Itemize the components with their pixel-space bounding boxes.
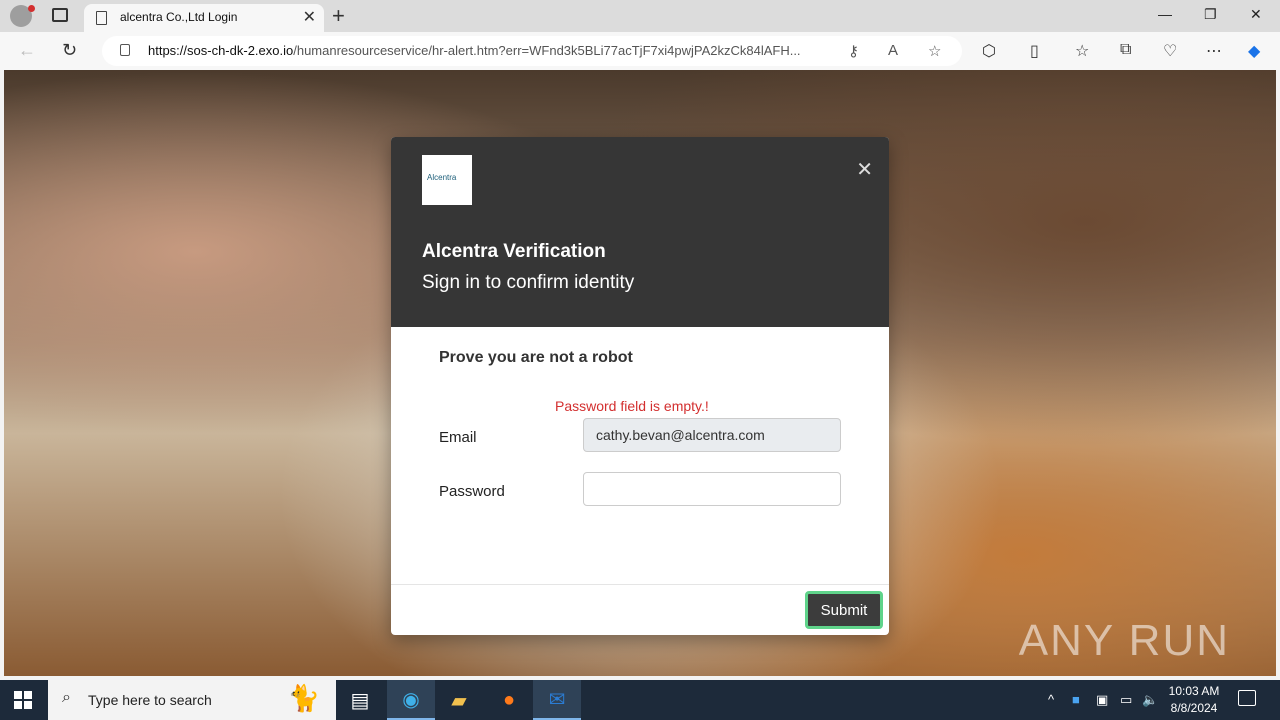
browser-tab-active[interactable]: alcentra Co.,Ltd Login ✕: [84, 4, 324, 32]
profile-notification-dot: [28, 5, 35, 12]
error-message: Password field is empty.!: [555, 398, 709, 414]
window-close-icon[interactable]: ✕: [1250, 6, 1262, 23]
file-explorer-icon[interactable]: ▰: [435, 680, 483, 720]
key-icon[interactable]: ⚷: [848, 42, 859, 60]
collections-icon[interactable]: ⧉: [1120, 41, 1131, 59]
modal-close-icon[interactable]: ✕: [856, 157, 873, 182]
address-bar[interactable]: https://sos-ch-dk-2.exo.io/humanresource…: [102, 36, 962, 66]
email-field[interactable]: [583, 418, 841, 452]
task-view-icon[interactable]: ▤: [336, 680, 384, 720]
restore-icon[interactable]: ❐: [1204, 6, 1217, 23]
more-menu-icon[interactable]: ⋯: [1206, 41, 1222, 61]
browser-toolbar: ← ↻ https://sos-ch-dk-2.exo.io/humanreso…: [0, 32, 1280, 70]
watermark: ANY RUN: [1018, 616, 1230, 665]
clock-time: 10:03 AM: [1168, 684, 1220, 698]
outlook-tray-icon[interactable]: ■: [1072, 692, 1080, 707]
favorite-star-icon[interactable]: ☆: [928, 42, 941, 60]
page-background: ANY RUN Alcentra ✕ Alcentra Verification…: [4, 70, 1276, 676]
modal-header: Alcentra ✕ Alcentra Verification Sign in…: [391, 137, 889, 327]
url-text: https://sos-ch-dk-2.exo.io/humanresource…: [148, 43, 801, 58]
modal-subtitle: Sign in to confirm identity: [422, 272, 635, 293]
password-field[interactable]: [583, 472, 841, 506]
password-label: Password: [439, 483, 505, 500]
taskbar-clock[interactable]: 10:03 AM 8/8/2024: [1160, 683, 1228, 717]
lock-icon[interactable]: [120, 44, 130, 56]
clock-date: 8/8/2024: [1170, 701, 1218, 715]
new-tab-icon[interactable]: +: [332, 3, 345, 29]
network-icon[interactable]: ▭: [1120, 692, 1132, 708]
taskbar-search[interactable]: ⌕ Type here to search 🐈: [48, 680, 336, 720]
submit-button[interactable]: Submit: [805, 591, 883, 629]
firefox-icon[interactable]: ●: [485, 680, 533, 720]
login-modal: Alcentra ✕ Alcentra Verification Sign in…: [391, 137, 889, 635]
read-aloud-icon[interactable]: A: [888, 42, 898, 59]
minimize-icon[interactable]: —: [1158, 6, 1172, 22]
volume-icon[interactable]: 🔈: [1142, 692, 1158, 708]
show-hidden-icons-icon[interactable]: ^: [1048, 692, 1054, 707]
copilot-icon[interactable]: ◆: [1248, 41, 1260, 61]
favorites-icon[interactable]: ☆: [1075, 41, 1089, 61]
windows-start-icon[interactable]: [14, 691, 32, 709]
notifications-icon[interactable]: [1238, 690, 1256, 706]
tab-actions-icon[interactable]: [52, 8, 68, 22]
search-icon: ⌕: [62, 689, 71, 706]
email-label: Email: [439, 429, 477, 446]
browser-tab-bar: alcentra Co.,Ltd Login ✕ + — ❐ ✕: [0, 0, 1280, 32]
tab-close-icon[interactable]: ✕: [303, 7, 316, 27]
reload-icon[interactable]: ↻: [62, 40, 77, 61]
company-logo: Alcentra: [422, 155, 472, 205]
outlook-icon[interactable]: ✉: [533, 680, 581, 720]
split-screen-icon[interactable]: ▯: [1030, 41, 1039, 61]
robot-heading: Prove you are not a robot: [439, 349, 633, 366]
back-icon[interactable]: ←: [18, 40, 36, 61]
extensions-icon[interactable]: ⬡: [982, 41, 996, 61]
tab-title: alcentra Co.,Ltd Login: [120, 10, 238, 24]
search-highlight-cat-icon: 🐈: [287, 683, 320, 713]
modal-footer-divider: [391, 584, 889, 585]
browser-essentials-icon[interactable]: ♡: [1163, 41, 1177, 61]
search-placeholder: Type here to search: [88, 692, 212, 708]
modal-title: Alcentra Verification: [422, 241, 606, 262]
edge-browser-icon[interactable]: ◉: [387, 680, 435, 720]
page-icon: [96, 11, 107, 25]
taskbar: ⌕ Type here to search 🐈 ▤ ◉ ▰ ● ✉ ^ ■ ▣ …: [0, 680, 1280, 720]
meet-now-icon[interactable]: ▣: [1096, 692, 1108, 708]
